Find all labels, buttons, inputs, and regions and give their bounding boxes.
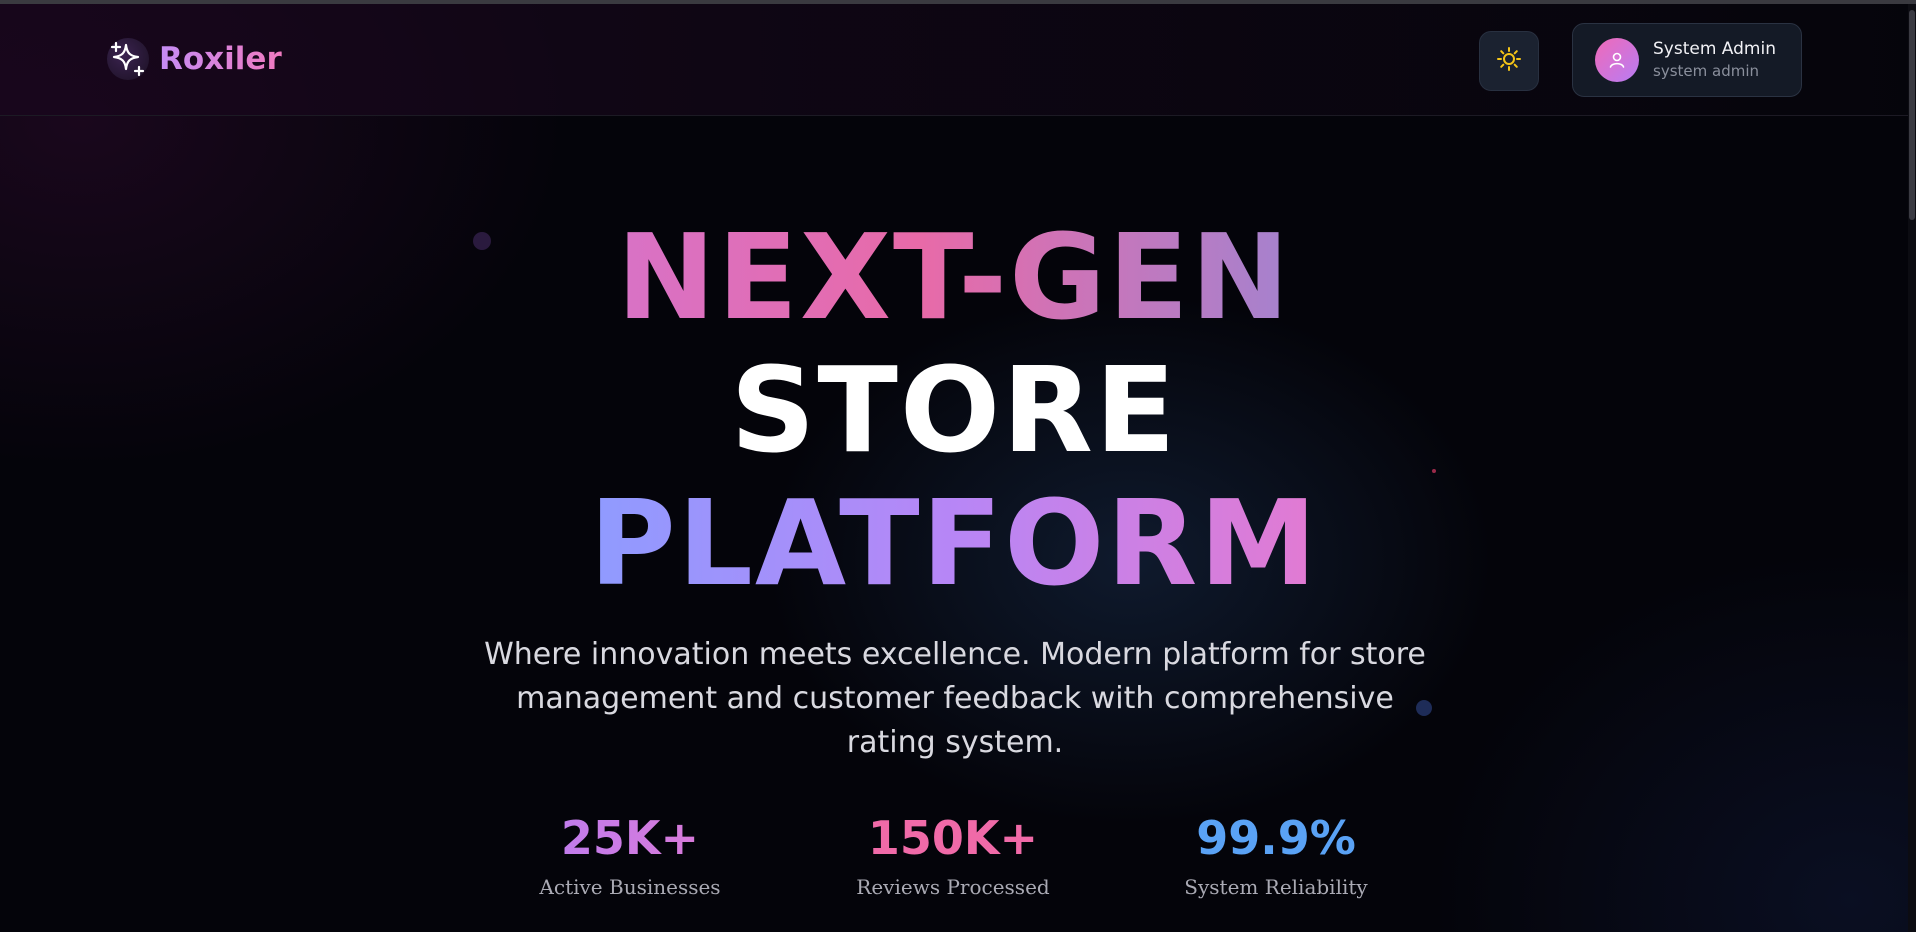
brand-logo[interactable]: Roxiler: [107, 38, 282, 80]
stat-system-reliability: 99.9% System Reliability: [1146, 808, 1406, 902]
stat-value: 99.9%: [1196, 811, 1356, 865]
top-nav-bar: Roxiler System Admin system admin: [0, 4, 1908, 116]
sun-icon: [1496, 46, 1522, 76]
scrollbar[interactable]: [1908, 4, 1916, 932]
brand-name: Roxiler: [159, 41, 282, 77]
scrollbar-thumb[interactable]: [1909, 10, 1915, 220]
hero-title-line-3: PLATFORM: [0, 476, 1908, 611]
user-role: system admin: [1653, 62, 1759, 80]
stat-label: Active Businesses: [539, 875, 721, 899]
hero-title-gradient-text: NEXT-GEN: [616, 208, 1292, 346]
stat-value: 150K+: [867, 811, 1039, 865]
user-name: System Admin: [1653, 39, 1776, 59]
theme-toggle-button[interactable]: [1479, 31, 1539, 91]
stat-active-businesses: 25K+ Active Businesses: [500, 808, 760, 902]
hero-title-line-2: STORE: [730, 341, 1178, 479]
hero-subtitle: Where innovation meets excellence. Moder…: [484, 637, 1426, 760]
stat-value: 25K+: [500, 808, 760, 868]
stat-reviews-processed: 150K+ Reviews Processed: [823, 808, 1083, 902]
stat-label: System Reliability: [1184, 875, 1368, 899]
user-menu-button[interactable]: System Admin system admin: [1572, 23, 1802, 97]
stat-label: Reviews Processed: [856, 875, 1050, 899]
user-icon: [1595, 38, 1639, 82]
sparkles-icon: [107, 38, 149, 80]
hero-title-line-1: NEXT-GEN: [0, 210, 1908, 345]
hero-title-gradient-text: PLATFORM: [589, 474, 1319, 612]
